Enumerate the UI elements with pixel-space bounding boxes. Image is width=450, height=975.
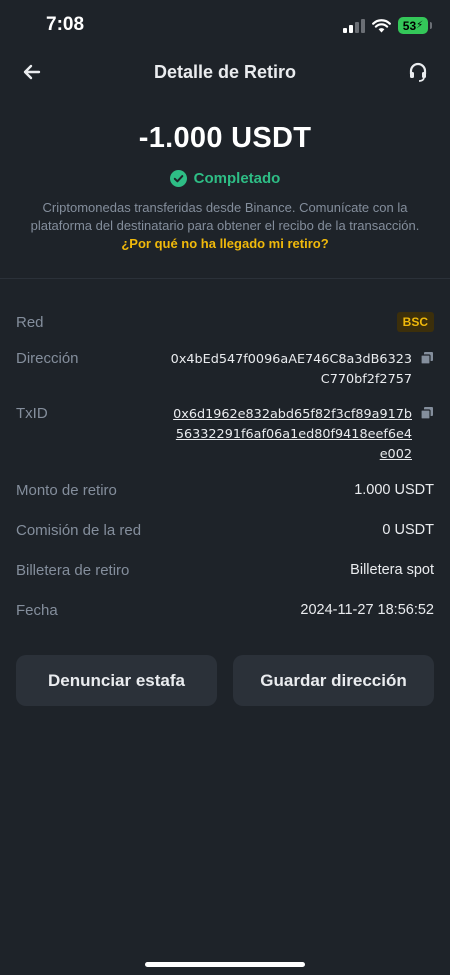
- status-icons: 53 ⚡: [343, 17, 432, 34]
- battery-icon: 53 ⚡: [398, 17, 432, 34]
- amount-value: 1.000 USDT: [354, 482, 434, 498]
- network-badge: BSC: [396, 312, 434, 332]
- status-row: Completado: [0, 170, 450, 187]
- txid-label: TxID: [16, 405, 48, 422]
- address-label: Dirección: [16, 350, 79, 367]
- amount-label: Monto de retiro: [16, 482, 117, 499]
- cellular-signal-icon: [343, 18, 365, 33]
- section-divider: [0, 278, 450, 279]
- withdrawal-help-link[interactable]: ¿Por qué no ha llegado mi retiro?: [0, 236, 450, 251]
- wifi-icon: [372, 18, 391, 32]
- support-button[interactable]: [404, 58, 432, 86]
- detail-row-address: Dirección 0x4bEd547f0096aAE746C8a3dB6323…: [16, 350, 434, 392]
- copy-txid-icon[interactable]: [420, 406, 434, 420]
- txid-link[interactable]: 0x6d1962e832abd65f82f3cf89a917b56332291f…: [169, 405, 412, 465]
- wallet-label: Billetera de retiro: [16, 562, 130, 579]
- network-label: Red: [16, 314, 44, 331]
- detail-row-txid: TxID 0x6d1962e832abd65f82f3cf89a917b5633…: [16, 405, 434, 465]
- report-scam-button[interactable]: Denunciar estafa: [16, 655, 217, 706]
- status-time: 7:08: [46, 14, 85, 35]
- date-label: Fecha: [16, 602, 58, 619]
- check-circle-icon: [169, 170, 187, 187]
- detail-row-date: Fecha 2024-11-27 18:56:52: [16, 602, 434, 622]
- status-text: Completado: [193, 170, 281, 187]
- save-address-button[interactable]: Guardar dirección: [233, 655, 434, 706]
- address-value: 0x4bEd547f0096aAE746C8a3dB6323C770bf2f27…: [170, 352, 412, 387]
- fee-label: Comisión de la red: [16, 522, 142, 539]
- detail-row-wallet: Billetera de retiro Billetera spot: [16, 562, 434, 582]
- top-nav: Detalle de Retiro: [0, 50, 450, 96]
- detail-row-amount: Monto de retiro 1.000 USDT: [16, 482, 434, 502]
- fee-value: 0 USDT: [382, 522, 434, 538]
- wallet-value: Billetera spot: [350, 562, 434, 578]
- withdrawal-amount: -1.000 USDT: [138, 122, 312, 154]
- detail-row-network: Red BSC: [16, 312, 434, 334]
- page-title: Detalle de Retiro: [153, 62, 297, 82]
- copy-address-icon[interactable]: [420, 351, 434, 365]
- headset-icon: [409, 62, 427, 82]
- detail-row-fee: Comisión de la red 0 USDT: [16, 522, 434, 542]
- date-value: 2024-11-27 18:56:52: [300, 602, 434, 618]
- transfer-description: Criptomonedas transferidas desde Binance…: [30, 200, 420, 233]
- status-bar: 7:08 53 ⚡: [0, 0, 450, 50]
- home-indicator[interactable]: [145, 962, 305, 967]
- battery-level: 53: [402, 18, 417, 33]
